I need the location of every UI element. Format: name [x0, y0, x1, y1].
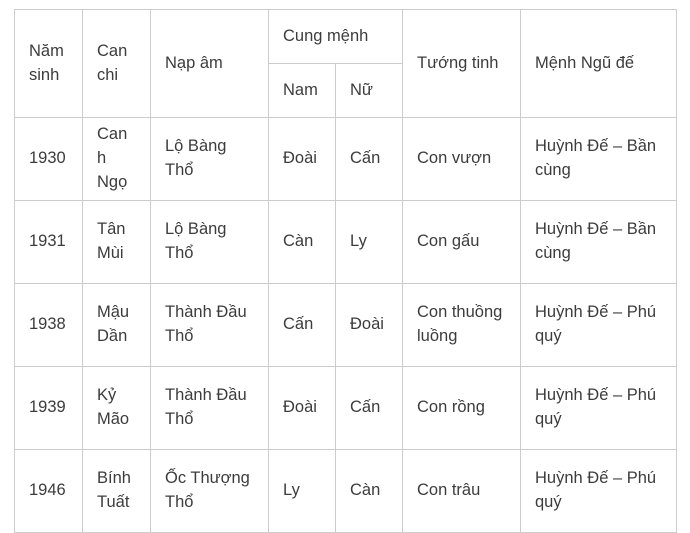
cell-can-chi: Canh Ngọ — [82, 117, 151, 201]
cell-cung-menh-nam: Đoài — [268, 366, 336, 450]
cell-nap-am: Ốc Thượng Thổ — [150, 449, 269, 533]
zodiac-reference-table: Năm sinh Can chi Nạp âm Cung mệnh Tướng … — [14, 9, 677, 533]
cell-nam-sinh: 1931 — [14, 200, 83, 284]
column-header-nap-am: Nạp âm — [150, 9, 269, 118]
cell-can-chi: Mậu Dần — [82, 283, 151, 367]
table-row: 1946 Bính Tuất Ốc Thượng Thổ Ly Càn Con … — [14, 449, 677, 533]
cell-tuong-tinh: Con gấu — [402, 200, 521, 284]
header-row-primary: Năm sinh Can chi Nạp âm Cung mệnh Tướng … — [14, 9, 677, 118]
cell-nam-sinh: 1938 — [14, 283, 83, 367]
cell-menh-ngu-de: Huỳnh Đế – Phú quý — [520, 366, 677, 450]
cell-cung-menh-nu: Ly — [335, 200, 403, 284]
table-header: Năm sinh Can chi Nạp âm Cung mệnh Tướng … — [14, 9, 677, 118]
column-header-tuong-tinh: Tướng tinh — [402, 9, 521, 118]
cell-menh-ngu-de: Huỳnh Đế – Phú quý — [520, 283, 677, 367]
cell-cung-menh-nam: Cấn — [268, 283, 336, 367]
column-header-cung-menh-nu: Nữ — [335, 63, 403, 118]
cell-cung-menh-nu: Cấn — [335, 366, 403, 450]
cell-can-chi: Kỷ Mão — [82, 366, 151, 450]
cell-tuong-tinh: Con trâu — [402, 449, 521, 533]
cell-can-chi: Bính Tuất — [82, 449, 151, 533]
table-container: Năm sinh Can chi Nạp âm Cung mệnh Tướng … — [14, 9, 677, 533]
cell-cung-menh-nu: Càn — [335, 449, 403, 533]
table-row: 1930 Canh Ngọ Lộ Bàng Thổ Đoài Cấn Con v… — [14, 117, 677, 201]
cell-cung-menh-nam: Đoài — [268, 117, 336, 201]
cell-tuong-tinh: Con vượn — [402, 117, 521, 201]
cell-menh-ngu-de: Huỳnh Đế – Bần cùng — [520, 117, 677, 201]
cell-cung-menh-nu: Cấn — [335, 117, 403, 201]
column-header-cung-menh-group: Cung mệnh — [268, 9, 403, 64]
column-header-cung-menh-nam: Nam — [268, 63, 336, 118]
column-header-nam-sinh: Năm sinh — [14, 9, 83, 118]
cell-nap-am: Thành Đầu Thổ — [150, 283, 269, 367]
table-row: 1938 Mậu Dần Thành Đầu Thổ Cấn Đoài Con … — [14, 283, 677, 367]
cell-nam-sinh: 1946 — [14, 449, 83, 533]
cell-nam-sinh: 1939 — [14, 366, 83, 450]
cell-cung-menh-nam: Ly — [268, 449, 336, 533]
cell-nap-am: Lộ Bàng Thổ — [150, 200, 269, 284]
table-row: 1939 Kỷ Mão Thành Đầu Thổ Đoài Cấn Con r… — [14, 366, 677, 450]
cell-nam-sinh: 1930 — [14, 117, 83, 201]
cell-nap-am: Thành Đầu Thổ — [150, 366, 269, 450]
table-body: 1930 Canh Ngọ Lộ Bàng Thổ Đoài Cấn Con v… — [14, 117, 677, 533]
cell-tuong-tinh: Con rồng — [402, 366, 521, 450]
cell-menh-ngu-de: Huỳnh Đế – Bần cùng — [520, 200, 677, 284]
table-row: 1931 Tân Mùi Lộ Bàng Thổ Càn Ly Con gấu … — [14, 200, 677, 284]
cell-tuong-tinh: Con thuồng luồng — [402, 283, 521, 367]
column-header-menh-ngu-de: Mệnh Ngũ đế — [520, 9, 677, 118]
cell-cung-menh-nu: Đoài — [335, 283, 403, 367]
cell-cung-menh-nam: Càn — [268, 200, 336, 284]
cell-menh-ngu-de: Huỳnh Đế – Phú quý — [520, 449, 677, 533]
column-header-can-chi: Can chi — [82, 9, 151, 118]
cell-can-chi: Tân Mùi — [82, 200, 151, 284]
cell-nap-am: Lộ Bàng Thổ — [150, 117, 269, 201]
